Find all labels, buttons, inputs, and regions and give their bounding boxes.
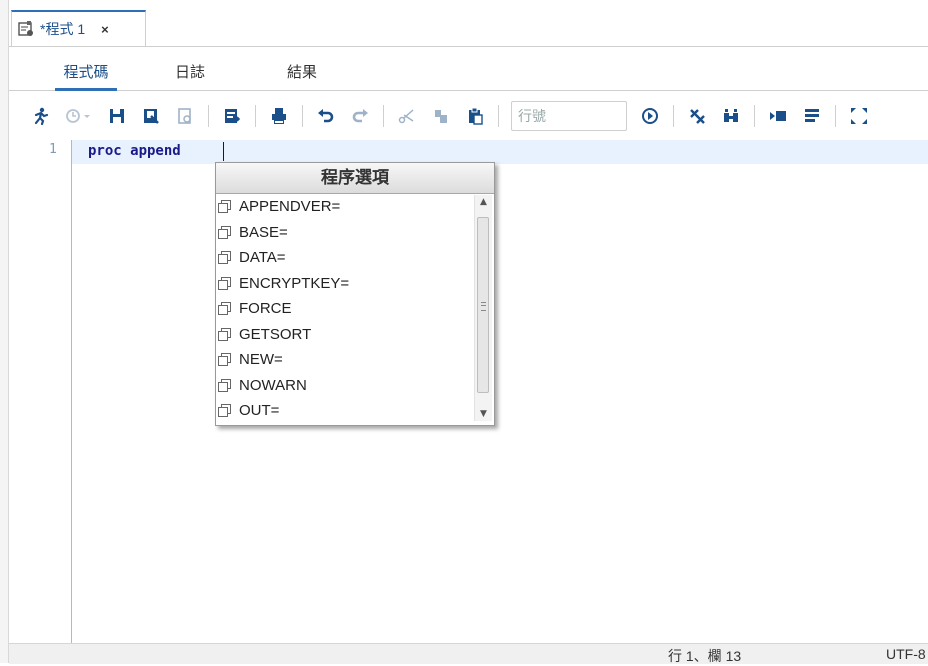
option-item[interactable]: APPENDVER=	[216, 194, 472, 220]
tab-code[interactable]: 程式碼	[55, 60, 117, 91]
option-item[interactable]: FORCE	[216, 296, 472, 322]
cut-icon[interactable]	[396, 105, 418, 127]
close-icon[interactable]: ×	[101, 22, 109, 37]
option-icon	[218, 302, 231, 316]
scroll-up-icon[interactable]: ▲	[475, 195, 492, 209]
option-label: NEW=	[239, 351, 283, 369]
status-bar: 行 1、欄 13 UTF-8	[9, 643, 928, 664]
option-icon	[218, 378, 231, 392]
undo-icon[interactable]	[315, 105, 337, 127]
option-icon	[218, 251, 231, 265]
expand-icon[interactable]	[848, 105, 870, 127]
toolbar-separator	[255, 105, 256, 127]
option-label: BASE=	[239, 223, 288, 241]
print-preview-icon[interactable]	[174, 105, 196, 127]
option-icon	[218, 225, 231, 239]
editor-toolbar: 行號	[30, 96, 928, 136]
toolbar-separator	[208, 105, 209, 127]
clear-icon[interactable]	[686, 105, 708, 127]
option-label: NOWARN	[239, 376, 307, 394]
option-label: FORCE	[239, 300, 292, 318]
collapse-icon[interactable]	[801, 105, 823, 127]
option-icon	[218, 353, 231, 367]
document-tab-strip	[9, 8, 928, 47]
option-item[interactable]: NOWARN	[216, 373, 472, 399]
document-tab[interactable]: *程式 1 ×	[11, 10, 146, 46]
option-item[interactable]: BASE=	[216, 220, 472, 246]
option-label: ENCRYPTKEY=	[239, 274, 350, 292]
option-list: APPENDVER= BASE= DATA= ENCRYPTKEY= FORCE…	[216, 194, 472, 424]
toolbar-separator	[302, 105, 303, 127]
toolbar-separator	[498, 105, 499, 127]
option-label: OUT=	[239, 402, 280, 420]
scroll-down-icon[interactable]: ▼	[475, 407, 492, 421]
popup-title: 程序選項	[216, 163, 494, 194]
option-label: GETSORT	[239, 325, 312, 343]
toolbar-separator	[754, 105, 755, 127]
option-icon	[218, 327, 231, 341]
print-icon[interactable]	[268, 105, 290, 127]
current-line-highlight	[72, 140, 928, 164]
popup-scrollbar[interactable]: ▲ ▼	[474, 195, 492, 421]
option-icon	[218, 276, 231, 290]
history-icon[interactable]	[64, 105, 94, 127]
toolbar-separator	[835, 105, 836, 127]
goto-line-icon[interactable]	[639, 105, 661, 127]
cursor-position: 行 1、欄 13	[668, 648, 742, 664]
grip-icon	[481, 302, 486, 311]
line-number-input[interactable]: 行號	[511, 101, 627, 131]
redo-icon[interactable]	[349, 105, 371, 127]
paste-icon[interactable]	[464, 105, 486, 127]
program-icon	[18, 21, 34, 37]
save-as-icon[interactable]	[140, 105, 162, 127]
left-frame	[0, 0, 9, 663]
code-line[interactable]: proc append	[88, 143, 181, 159]
toolbar-separator	[383, 105, 384, 127]
export-icon[interactable]	[221, 105, 243, 127]
option-item[interactable]: ENCRYPTKEY=	[216, 271, 472, 297]
format-code-icon[interactable]	[767, 105, 789, 127]
text-caret	[223, 142, 224, 161]
tab-results[interactable]: 結果	[281, 60, 323, 88]
copy-icon[interactable]	[430, 105, 452, 127]
document-tab-title: *程式 1	[40, 21, 86, 37]
autocomplete-popup: 程序選項 APPENDVER= BASE= DATA= ENCRYPTKEY= …	[215, 162, 495, 426]
tab-log[interactable]: 日誌	[169, 60, 211, 88]
line-number-gutter: 1	[9, 140, 72, 643]
option-item[interactable]: GETSORT	[216, 322, 472, 348]
option-item[interactable]: OUT=	[216, 398, 472, 424]
option-label: APPENDVER=	[239, 198, 341, 216]
option-item[interactable]: NEW=	[216, 347, 472, 373]
option-item[interactable]: DATA=	[216, 245, 472, 271]
toolbar-separator	[673, 105, 674, 127]
encoding-label: UTF-8	[886, 646, 926, 662]
option-label: DATA=	[239, 249, 286, 267]
find-replace-icon[interactable]	[720, 105, 742, 127]
line-number: 1	[49, 142, 57, 157]
option-icon	[218, 404, 231, 418]
save-icon[interactable]	[106, 105, 128, 127]
option-icon	[218, 200, 231, 214]
view-tabs: 程式碼 日誌 結果	[9, 60, 928, 91]
run-icon[interactable]	[30, 105, 52, 127]
scrollbar-thumb[interactable]	[477, 217, 489, 393]
